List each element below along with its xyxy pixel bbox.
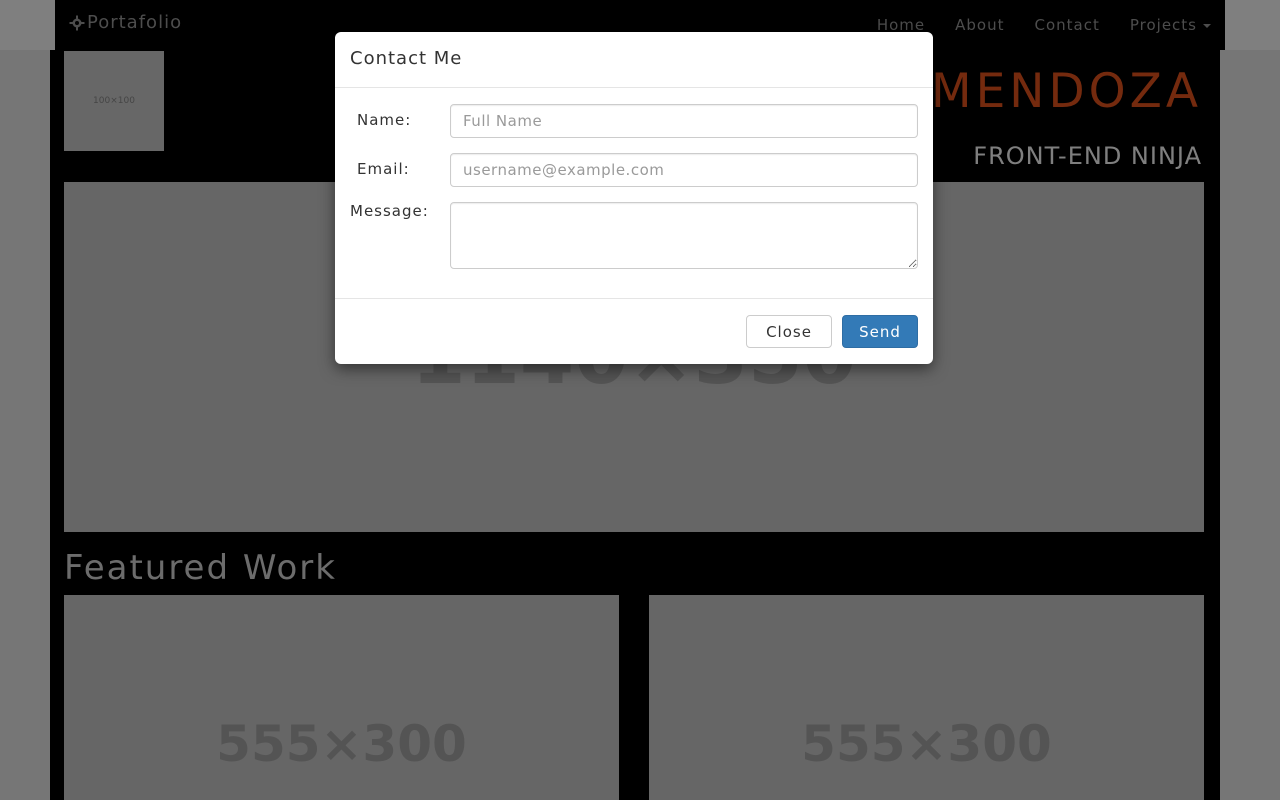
modal-footer: Close Send [335, 299, 933, 364]
modal-header: Contact Me [335, 32, 933, 88]
email-field[interactable] [450, 153, 918, 187]
modal-title: Contact Me [350, 48, 463, 69]
send-button[interactable]: Send [842, 315, 918, 348]
name-field[interactable] [450, 104, 918, 138]
email-label: Email: [357, 160, 410, 178]
message-label: Message: [350, 202, 429, 220]
name-label: Name: [357, 111, 412, 129]
modal-body: Name: Email: Message: [335, 88, 933, 299]
close-button[interactable]: Close [746, 315, 832, 348]
contact-modal: Contact Me Name: Email: Message: Close S… [335, 32, 933, 364]
message-field[interactable] [450, 202, 918, 269]
